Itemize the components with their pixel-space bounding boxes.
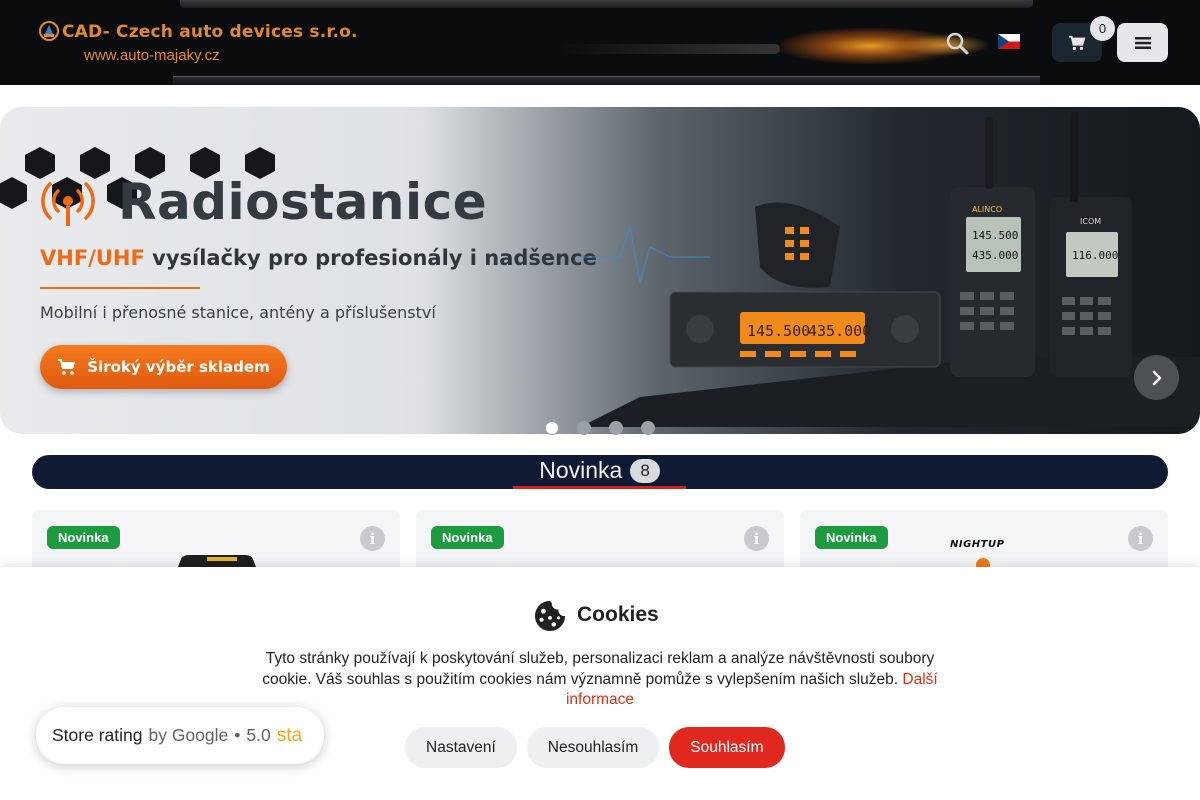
info-icon[interactable]: i [744,526,769,551]
hero-slider[interactable]: Radiostanice VHF/UHF vysílačky pro profe… [0,107,1200,434]
chevron-right-icon [1152,370,1161,385]
banner-title: Radiostanice [118,173,488,231]
product-brand-logo: NIGHTUP [950,539,1005,550]
banner-subtitle-highlight: VHF/UHF [40,246,145,270]
info-icon[interactable]: i [1128,526,1153,551]
section-title[interactable]: Novinka 8 [513,455,686,489]
section-count-badge: 8 [630,458,660,483]
banner-subtitle-rest: vysílačky pro profesionály i nadšence [152,246,597,270]
site-header: CAD- Czech auto devices s.r.o. www.auto-… [0,0,1200,85]
logo-title-row: CAD- Czech auto devices s.r.o. [38,20,358,42]
rating-stars: sta [276,724,303,746]
section-title-label: Novinka [539,457,623,483]
cookie-buttons: Nastavení Nesouhlasím Souhlasím [405,727,785,768]
cookie-consent-bar: Cookies Tyto stránky používají k poskyto… [0,567,1200,800]
cookie-text: Tyto stránky používají k poskytování slu… [240,649,960,711]
new-badge: Novinka [815,526,888,549]
banner-cta-label: Široký výběr skladem [87,358,270,376]
cookie-reject-button[interactable]: Nesouhlasím [526,727,660,768]
header-lightbar-bottom [173,76,1040,85]
slider-dot-3[interactable] [609,421,623,435]
cookie-accept-button[interactable]: Souhlasím [669,727,785,768]
hamburger-icon [1134,36,1151,49]
slider-dots [545,421,655,435]
cookie-text-body: Tyto stránky používají k poskytování slu… [262,650,935,688]
menu-button[interactable] [1117,23,1168,62]
cookie-header: Cookies [533,599,659,631]
store-rating-widget[interactable]: Store rating by Google • 5.0 sta [36,707,324,764]
search-icon[interactable] [944,30,970,56]
rating-source: by Google [148,725,229,745]
svg-text:435.000: 435.000 [972,249,1018,262]
logo-title: CAD- Czech auto devices s.r.o. [62,22,358,42]
cart-count-badge: 0 [1090,16,1115,41]
svg-text:145.500: 145.500 [972,229,1018,242]
new-badge: Novinka [431,526,504,549]
czech-flag-icon[interactable] [998,34,1020,49]
header-decoration [560,44,780,54]
cookie-icon [534,600,566,631]
banner-description: Mobilní i přenosné stanice, antény a pří… [40,303,436,322]
slider-dot-2[interactable] [577,421,591,435]
radio-display-freq-b: 435.000 [808,322,871,340]
rating-label: Store rating [52,725,143,745]
cookie-settings-button[interactable]: Nastavení [405,727,517,768]
banner-cta-button[interactable]: Široký výběr skladem [40,345,287,389]
banner-divider [40,287,200,289]
radio-stations-image: 145.500 435.000 145.500 435.000 ALINCO 1… [580,112,1200,427]
slider-dot-1[interactable] [545,421,559,435]
radio-tower-icon [41,182,95,226]
rating-separator: • [234,725,241,745]
svg-text:116.000: 116.000 [1072,249,1118,262]
radio-brand-alinco: ALINCO [972,205,1002,214]
rating-score: 5.0 [246,725,271,745]
banner-subtitle: VHF/UHF vysílačky pro profesionály i nad… [40,246,597,270]
slider-dot-4[interactable] [641,421,655,435]
new-badge: Novinka [47,526,120,549]
cart-icon [1069,35,1086,50]
header-lightbar-top [180,0,1033,8]
beacon-logo-icon [39,21,59,41]
logo-url: www.auto-majaky.cz [84,47,220,64]
radio-display-freq-a: 145.500 [747,322,810,340]
cookie-title: Cookies [577,603,659,626]
info-icon[interactable]: i [360,526,385,551]
radio-brand-icom: ICOM [1080,217,1101,226]
slider-next-button[interactable] [1134,355,1179,400]
site-logo[interactable]: CAD- Czech auto devices s.r.o. www.auto-… [38,20,358,68]
cart-icon [58,359,76,375]
